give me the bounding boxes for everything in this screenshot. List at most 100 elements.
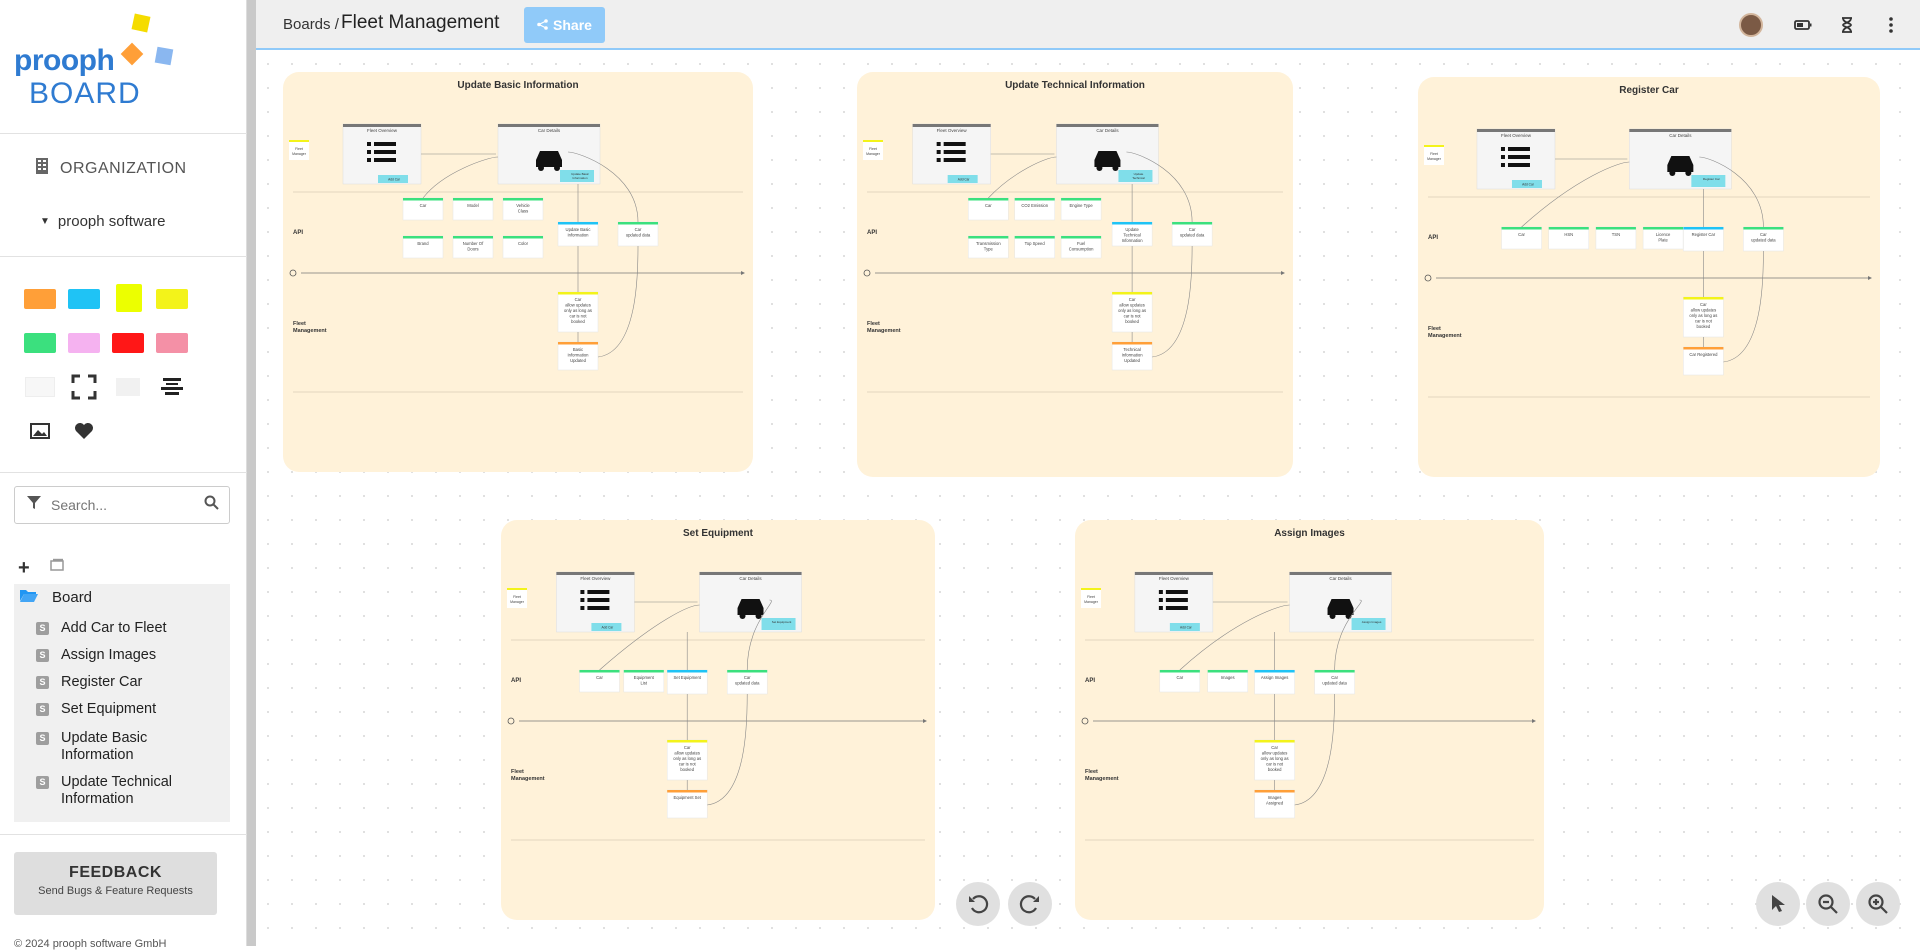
card-text: Register Car bbox=[1692, 232, 1716, 237]
zoom-in-icon[interactable] bbox=[1856, 882, 1900, 926]
field-card: Number OfDoors bbox=[452, 235, 494, 259]
breadcrumb-boards[interactable]: Boards / bbox=[283, 16, 339, 33]
search-icon[interactable] bbox=[204, 495, 219, 515]
field-card: Car bbox=[1501, 226, 1542, 250]
ui-title: Fleet Overview bbox=[1159, 576, 1190, 581]
battery-icon[interactable] bbox=[1792, 14, 1814, 36]
field-card: Engine Type bbox=[1060, 197, 1102, 221]
ui-button-label: Add Car bbox=[602, 626, 615, 630]
free-text-card-tool[interactable] bbox=[24, 373, 56, 401]
card-text: Car bbox=[985, 203, 992, 208]
search-input[interactable] bbox=[51, 497, 181, 513]
actor-label: Manager bbox=[1084, 600, 1099, 604]
filter-icon[interactable] bbox=[27, 495, 41, 515]
prooph-board-logo[interactable]: prooph BOARD bbox=[14, 12, 184, 117]
tree-item[interactable]: S Add Car to Fleet bbox=[36, 620, 191, 637]
command-card: UpdateTechnicalInformation bbox=[1111, 221, 1153, 247]
card-text: only as long as bbox=[1118, 308, 1146, 313]
event-model-board[interactable]: Assign Images API Fleet Management Fleet Mana… bbox=[1075, 520, 1544, 920]
color-swatch[interactable] bbox=[116, 284, 142, 312]
card-text: Licence bbox=[1656, 232, 1671, 237]
card-text: Consumption bbox=[1069, 247, 1094, 252]
ui-title: Car Details bbox=[538, 128, 561, 133]
workspace-toggle[interactable]: ▼ prooph software bbox=[40, 213, 165, 230]
card-text: Information bbox=[1122, 238, 1144, 243]
share-label: Share bbox=[553, 17, 592, 33]
card-text: Car bbox=[420, 203, 427, 208]
redo-icon[interactable] bbox=[1008, 882, 1052, 926]
pointer-icon[interactable] bbox=[1756, 882, 1800, 926]
event-card: Equipment Set bbox=[666, 789, 708, 819]
avatar[interactable] bbox=[1739, 13, 1763, 37]
ui-button-label: Register Car bbox=[1703, 177, 1720, 181]
ui-title: Fleet Overview bbox=[367, 128, 398, 133]
feedback-button[interactable]: FEEDBACK Send Bugs & Feature Requests bbox=[14, 852, 217, 915]
icon-card-tool[interactable] bbox=[112, 373, 144, 401]
card-text: Engine Type bbox=[1069, 203, 1093, 208]
color-swatch[interactable] bbox=[156, 333, 188, 353]
color-swatch[interactable] bbox=[68, 333, 100, 353]
field-card: Car bbox=[402, 197, 444, 221]
event-card: Car Registered bbox=[1683, 346, 1724, 376]
card-text: Car bbox=[684, 745, 691, 750]
zoom-out-icon[interactable] bbox=[1806, 882, 1850, 926]
color-swatch[interactable] bbox=[112, 333, 144, 353]
tree-root-label: Board bbox=[52, 588, 93, 606]
building-icon bbox=[36, 158, 48, 179]
color-swatch[interactable] bbox=[156, 289, 188, 309]
event-model-board[interactable]: Update Basic Information API Fleet Manageme… bbox=[283, 72, 753, 472]
board-canvas[interactable]: Update Basic Information API Fleet Manageme… bbox=[256, 52, 1920, 946]
tree-item[interactable]: S Register Car bbox=[36, 674, 191, 691]
board-diagram: APIFleetManagementFleetManagerFleet Over… bbox=[507, 571, 927, 841]
card-text: Equipment bbox=[634, 675, 655, 680]
tree-item[interactable]: S Set Equipment bbox=[36, 701, 191, 718]
search-box bbox=[14, 486, 230, 524]
share-button[interactable]: Share bbox=[524, 7, 605, 43]
card-text: updated data bbox=[735, 681, 760, 686]
tree-item-label: Update Basic Information bbox=[61, 730, 148, 763]
tree-item[interactable]: S Update Technical Information bbox=[36, 774, 191, 808]
field-card: CO2 Emission bbox=[1014, 197, 1055, 221]
organization-link[interactable]: ORGANIZATION bbox=[36, 158, 187, 179]
ui-button-label: Add Car bbox=[958, 178, 971, 182]
feedback-subtitle: Send Bugs & Feature Requests bbox=[38, 885, 193, 897]
policy-card: Carallow updatesonly as long ascar is no… bbox=[666, 739, 708, 781]
top-bar: Boards / Fleet Management Share bbox=[256, 0, 1920, 50]
collapse-all-icon[interactable] bbox=[50, 558, 64, 576]
card-text: Color bbox=[518, 241, 529, 246]
card-text: car is not bbox=[679, 762, 697, 767]
event-model-board[interactable]: Register Car API Fleet Management Fleet Manag… bbox=[1418, 77, 1880, 477]
event-card: BasicInformationUpdated bbox=[557, 341, 599, 371]
frame-icon[interactable] bbox=[68, 373, 100, 401]
field-card: Car bbox=[1159, 669, 1201, 693]
ui-button-label: Technical bbox=[1132, 176, 1145, 180]
color-swatch[interactable] bbox=[24, 289, 56, 309]
ui-button-label: Set Equipment bbox=[772, 620, 792, 624]
hourglass-icon[interactable] bbox=[1836, 14, 1858, 36]
lane-label: Fleet bbox=[511, 769, 524, 775]
command-card: Assign Images bbox=[1254, 669, 1295, 695]
color-swatch[interactable] bbox=[24, 333, 56, 353]
more-vert-icon[interactable] bbox=[1880, 14, 1902, 36]
card-text: updated data bbox=[626, 233, 651, 238]
lane-label-api: API bbox=[867, 230, 877, 236]
field-card: TransmissionType bbox=[968, 235, 1009, 259]
tree-root-board[interactable]: Board bbox=[20, 588, 92, 606]
image-icon[interactable] bbox=[24, 417, 56, 445]
card-text: Updated bbox=[1124, 358, 1141, 363]
event-model-board[interactable]: Set Equipment API Fleet Management Fleet Mana… bbox=[501, 520, 935, 920]
card-text: allow updates bbox=[565, 303, 591, 308]
folder-open-icon bbox=[20, 588, 38, 606]
add-icon[interactable]: + bbox=[18, 557, 30, 580]
card-text: allow updates bbox=[1119, 303, 1145, 308]
command-card: Set Equipment bbox=[666, 669, 708, 695]
tree-item[interactable]: S Assign Images bbox=[36, 647, 191, 664]
sidebar-resize-handle[interactable] bbox=[247, 0, 256, 946]
tree-item[interactable]: S Update Basic Information bbox=[36, 730, 191, 764]
undo-icon[interactable] bbox=[956, 882, 1000, 926]
page-title: Fleet Management bbox=[341, 12, 500, 33]
event-model-board[interactable]: Update Technical Information API Fleet Mana… bbox=[857, 72, 1293, 477]
heart-icon[interactable] bbox=[68, 417, 100, 445]
color-swatch[interactable] bbox=[68, 289, 100, 309]
align-center-icon[interactable] bbox=[156, 373, 188, 401]
